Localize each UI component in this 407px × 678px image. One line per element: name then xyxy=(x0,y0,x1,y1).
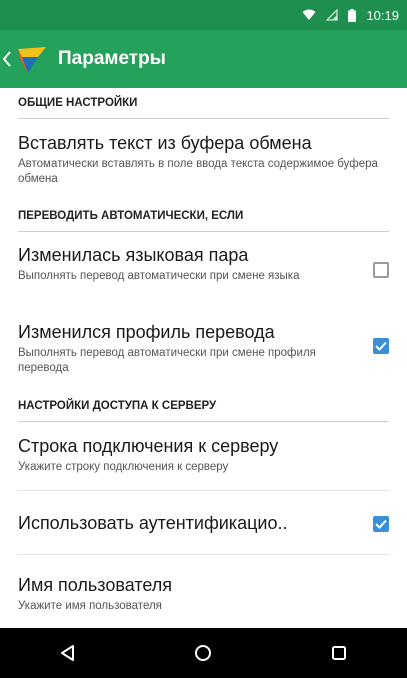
back-triangle-icon xyxy=(60,645,74,661)
settings-list[interactable]: ОБЩИЕ НАСТРОЙКИ Вставлять текст из буфер… xyxy=(0,88,407,628)
navigation-bar xyxy=(0,628,407,678)
pref-summary: Автоматически вставлять в поле ввода тек… xyxy=(18,158,378,185)
nav-recents-button[interactable] xyxy=(309,633,369,673)
pref-summary: Укажите строку подключения к серверу xyxy=(18,461,229,473)
divider xyxy=(18,490,389,491)
app-bar: Параметры xyxy=(0,30,407,88)
section-header-auto-translate: ПЕРЕВОДИТЬ АВТОМАТИЧЕСКИ, ЕСЛИ xyxy=(18,201,389,232)
home-circle-icon xyxy=(195,645,212,661)
status-bar: 10:19 xyxy=(0,0,407,30)
pref-profile-changed[interactable]: Изменился профиль перевода Выполнять пер… xyxy=(18,321,389,376)
app-logo-icon[interactable] xyxy=(16,43,50,75)
pref-summary: Укажите имя пользователя xyxy=(18,600,162,612)
pref-title: Строка подключения к серверу xyxy=(18,436,279,456)
pref-use-authentication[interactable]: Использовать аутентификацио.. xyxy=(18,512,389,534)
wifi-icon xyxy=(302,9,316,21)
pref-title: Изменился профиль перевода xyxy=(18,322,275,342)
language-pair-checkbox[interactable] xyxy=(373,262,389,278)
status-time: 10:19 xyxy=(366,7,399,23)
pref-server-connection-string[interactable]: Строка подключения к серверу Укажите стр… xyxy=(18,435,389,475)
pref-title: Использовать аутентификацио.. xyxy=(18,513,288,533)
signal-icon xyxy=(326,9,339,21)
checkmark-icon xyxy=(375,519,387,529)
pref-title: Вставлять текст из буфера обмена xyxy=(18,133,312,153)
app-title: Параметры xyxy=(58,48,166,69)
use-authentication-checkbox[interactable] xyxy=(373,516,389,532)
section-header-server-access: НАСТРОЙКИ ДОСТУПА К СЕРВЕРУ xyxy=(18,391,389,422)
recents-square-icon xyxy=(332,646,347,660)
pref-username[interactable]: Имя пользователя Укажите имя пользовател… xyxy=(18,574,389,614)
pref-title: Имя пользователя xyxy=(18,575,173,595)
pref-summary: Выполнять перевод автоматически при смен… xyxy=(18,270,300,282)
pref-language-pair-changed[interactable]: Изменилась языковая пара Выполнять перев… xyxy=(18,244,389,284)
divider xyxy=(18,554,389,555)
nav-home-button[interactable] xyxy=(173,633,233,673)
checkmark-icon xyxy=(375,341,387,351)
profile-changed-checkbox[interactable] xyxy=(373,338,389,354)
pref-paste-clipboard[interactable]: Вставлять текст из буфера обмена Автомат… xyxy=(18,132,389,187)
section-header-general: ОБЩИЕ НАСТРОЙКИ xyxy=(18,88,389,119)
pref-title: Изменилась языковая пара xyxy=(18,245,249,265)
nav-back-button[interactable] xyxy=(38,633,98,673)
pref-summary: Выполнять перевод автоматически при смен… xyxy=(18,347,316,374)
battery-icon xyxy=(348,8,357,22)
back-chevron-icon[interactable] xyxy=(2,50,14,68)
